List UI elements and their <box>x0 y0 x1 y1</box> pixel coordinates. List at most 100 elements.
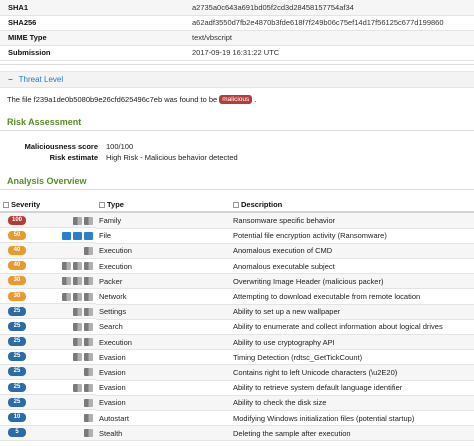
severity-cell: 25 <box>0 319 96 335</box>
description-cell: Timing Detection (rdtsc_GetTickCount) <box>230 349 474 366</box>
type-column-header[interactable]: Type <box>96 198 230 213</box>
file-info-key: MIME Type <box>0 30 184 46</box>
analysis-row[interactable]: 30 Packer Overwriting Image Header (malici… <box>0 273 474 290</box>
severity-header-label[interactable]: Severity <box>11 200 40 209</box>
platform-icons <box>71 383 93 392</box>
file-info-value: text/vbscript <box>184 30 474 46</box>
description-column-header[interactable]: Description <box>230 198 474 213</box>
risk-row: Maliciousness score 100/100 <box>0 141 300 152</box>
risk-value: High Risk - Malicious behavior detected <box>106 153 238 162</box>
threat-level-header[interactable]: − Threat Level <box>0 71 474 88</box>
description-header-label[interactable]: Description <box>241 200 282 209</box>
type-cell: Execution <box>96 258 230 275</box>
platform-icons <box>71 337 93 347</box>
type-header-label[interactable]: Type <box>107 200 124 209</box>
win-7-icon <box>84 429 93 438</box>
risk-value: 100/100 <box>106 142 134 151</box>
severity-cell: 25 <box>0 380 96 396</box>
threat-verdict-line: The file f239a1de0b5080b9e26cfd625496c7e… <box>7 95 256 104</box>
win-7-icon <box>73 292 82 301</box>
sort-icon[interactable] <box>233 202 239 209</box>
severity-cell: 5 <box>0 425 96 441</box>
file-info-table: SHA1 a2735a0c643a691bd05f2cd3d28458157754… <box>0 0 474 61</box>
win-7-icon <box>62 292 71 301</box>
platform-icons <box>60 276 93 286</box>
severity-cell: 30 <box>0 289 96 305</box>
platform-icons <box>71 352 93 362</box>
type-cell: Family <box>96 212 230 229</box>
severity-cell: 25 <box>0 350 96 365</box>
type-cell: Evasion <box>96 380 230 396</box>
severity-cell: 30 <box>0 273 96 289</box>
win-7-icon <box>62 262 71 271</box>
analysis-row[interactable]: 40 Execution Anomalous execution of CMD <box>0 243 474 260</box>
analysis-row[interactable]: 40 Execution Anomalous executable subject <box>0 258 474 275</box>
severity-badge: 100 <box>8 215 26 225</box>
severity-badge: 40 <box>8 245 26 255</box>
file-info-value: a62adf3550d7fb2e4870b3fde618f7f249b06c75… <box>184 15 474 31</box>
win-10-icon <box>73 231 82 240</box>
platform-icons <box>82 398 93 407</box>
analysis-row[interactable]: 10 Autostart Modifying Windows initializat… <box>0 410 474 427</box>
threat-level-title[interactable]: Threat Level <box>19 75 63 84</box>
platform-icons <box>71 216 93 225</box>
collapse-toggle-icon[interactable]: − <box>8 75 13 84</box>
section-divider <box>0 64 474 65</box>
platform-icons <box>82 246 93 255</box>
analysis-row[interactable]: 25 Settings Ability to set up a new wallpa… <box>0 304 474 320</box>
win-7-icon <box>84 322 93 331</box>
section-divider <box>0 189 474 190</box>
win-7-icon <box>84 338 93 347</box>
sort-icon[interactable] <box>99 202 105 209</box>
win-7-icon <box>73 262 82 271</box>
severity-badge: 25 <box>8 306 26 316</box>
win-7-icon <box>73 277 82 286</box>
sort-icon[interactable] <box>3 202 9 209</box>
analysis-row[interactable]: 25 Evasion Timing Detection (rdtsc_GetTick… <box>0 349 474 366</box>
analysis-row[interactable]: 25 Execution Ability to use cryptography A… <box>0 334 474 351</box>
description-cell: Anomalous executable subject <box>230 258 474 275</box>
analysis-row[interactable]: 5 Stealth Deleting the sample after execut… <box>0 425 474 442</box>
severity-badge: 30 <box>8 291 26 301</box>
analysis-row[interactable]: 100 Family Ransomware specific behavior <box>0 212 474 229</box>
description-cell: Ransomware specific behavior <box>230 212 474 229</box>
severity-badge: 25 <box>8 367 26 377</box>
risk-assessment-title: Risk Assessment <box>7 117 82 127</box>
description-cell: Ability to use cryptography API <box>230 334 474 351</box>
severity-cell: 25 <box>0 334 96 350</box>
analysis-row[interactable]: 25 Evasion Ability to check the disk size <box>0 395 474 411</box>
analysis-row[interactable]: 30 Network Attempting to download executab… <box>0 288 474 305</box>
type-cell: Autostart <box>96 410 230 427</box>
win-7-icon <box>73 216 82 225</box>
win-7-icon <box>73 353 82 362</box>
analysis-row[interactable]: 50 File Potential file encryption activity… <box>0 228 474 244</box>
severity-column-header[interactable]: Severity <box>0 198 96 213</box>
analysis-row[interactable]: 25 Search Ability to enumerate and collect… <box>0 319 474 336</box>
section-divider <box>0 130 474 131</box>
severity-cell: 40 <box>0 259 96 274</box>
win-7-icon <box>73 338 82 347</box>
file-info-key: SHA256 <box>0 15 184 31</box>
risk-row: Risk estimate High Risk - Malicious beha… <box>0 152 300 163</box>
analysis-overview-title: Analysis Overview <box>7 176 87 186</box>
risk-assessment-grid: Maliciousness score 100/100 Risk estimat… <box>0 141 300 163</box>
win-7-icon <box>84 398 93 407</box>
file-info-value: a2735a0c643a691bd05f2cd3d28458157754af34 <box>184 0 474 16</box>
type-cell: File <box>96 228 230 244</box>
win-7-icon <box>84 292 93 301</box>
win-7-icon <box>73 322 82 331</box>
platform-icons <box>60 261 93 271</box>
win-7-icon <box>84 277 93 286</box>
severity-badge: 25 <box>8 382 26 392</box>
risk-key: Maliciousness score <box>24 142 98 151</box>
malicious-badge: malicious <box>219 95 253 104</box>
description-cell: Ability to enumerate and collect informa… <box>230 319 474 336</box>
verdict-suffix: . <box>254 95 257 104</box>
platform-icons <box>71 307 93 316</box>
severity-badge: 25 <box>8 397 26 407</box>
analysis-row[interactable]: 25 Evasion Contains right to left Unicode … <box>0 364 474 381</box>
description-cell: Deleting the sample after execution <box>230 425 474 442</box>
risk-key: Risk estimate <box>49 153 98 162</box>
severity-badge: 25 <box>8 352 26 362</box>
analysis-row[interactable]: 25 Evasion Ability to retrieve system defa… <box>0 380 474 396</box>
